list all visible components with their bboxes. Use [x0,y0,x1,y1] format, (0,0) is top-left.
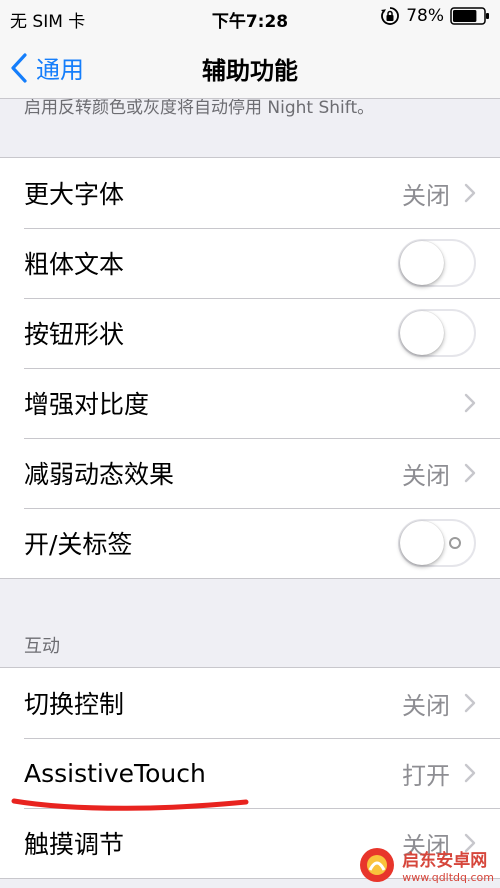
chevron-right-icon [464,463,476,483]
section-header-interaction: 互动 [24,636,60,657]
settings-row-label: 触摸调节 [24,830,125,859]
watermark-text: 启东安卓网 www.qdltdq.com [402,846,494,884]
status-bar: 无 SIM 卡 下午7:28 78% [0,0,500,36]
settings-row[interactable]: 增强对比度 [0,368,500,438]
settings-row-label: 切换控制 [24,690,125,719]
toggle-knob [400,311,444,355]
rotation-lock-icon [381,7,400,25]
settings-row-label: 增强对比度 [24,390,150,419]
navigation-bar: 通用 辅助功能 [0,36,500,99]
settings-row-accessory [398,228,476,298]
watermark: 启东安卓网 www.qdltdq.com [358,846,494,884]
page-title: 辅助功能 [202,57,298,85]
toggle-switch[interactable] [398,309,476,357]
settings-row-accessory: 打开 [402,738,476,808]
settings-row-label: 按钮形状 [24,320,125,349]
settings-row-value: 打开 [402,761,450,790]
watermark-url: www.qdltdq.com [402,871,494,884]
chevron-right-icon [464,693,476,713]
settings-list[interactable]: 启用反转颜色或灰度将自动停用 Night Shift。 更大字体 关闭 粗体文本 按钮… [0,99,500,879]
status-right: 78% [380,6,490,26]
settings-row[interactable]: 切换控制 关闭 [0,668,500,738]
settings-row-accessory [398,508,476,578]
settings-row-accessory [398,298,476,368]
settings-row-accessory [450,368,476,438]
settings-row[interactable]: 减弱动态效果 关闭 [0,438,500,508]
settings-row-value: 关闭 [402,691,450,720]
settings-row-accessory: 关闭 [402,438,476,508]
settings-row: 开/关标签 [0,508,500,578]
watermark-logo-icon [360,848,395,882]
settings-row-value: 关闭 [402,461,450,490]
toggle-switch[interactable] [398,519,476,567]
settings-row-label: 减弱动态效果 [24,460,175,489]
display-settings-group: 更大字体 关闭 粗体文本 按钮形状 增强对比度 减弱动态效果 关闭 开/关标签 [0,157,500,579]
chevron-right-icon [464,393,476,413]
chevron-right-icon [464,183,476,203]
settings-row: 粗体文本 [0,228,500,298]
battery-icon [450,7,489,25]
chevron-right-icon [464,763,476,783]
settings-row[interactable]: 更大字体 关闭 [0,158,500,228]
settings-row-label: 开/关标签 [24,530,133,559]
settings-row-accessory: 关闭 [402,158,476,228]
section-footnote: 启用反转颜色或灰度将自动停用 Night Shift。 [24,99,375,118]
settings-row-label: AssistiveTouch [24,758,206,788]
settings-row-accessory: 关闭 [402,668,476,738]
battery-percent: 78% [406,6,444,26]
red-underline-annotation [11,798,249,811]
settings-row-label: 粗体文本 [24,250,125,279]
settings-row-label: 更大字体 [24,180,125,209]
toggle-knob [400,521,444,565]
toggle-switch[interactable] [398,239,476,287]
watermark-name: 启东安卓网 [402,851,488,871]
settings-row-value: 关闭 [402,181,450,210]
off-circle-icon [449,537,461,549]
settings-row: 按钮形状 [0,298,500,368]
toggle-knob [400,241,444,285]
